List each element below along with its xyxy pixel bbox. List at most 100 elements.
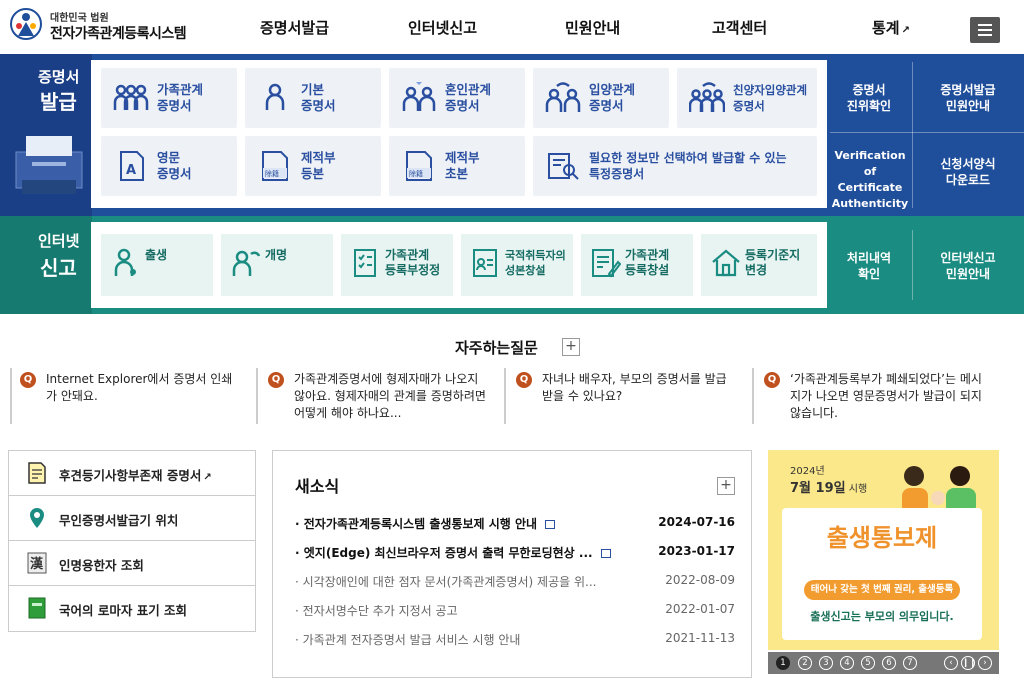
news-panel: 새소식 + · 전자가족관계등록시스템 출생통보제 시행 안내 2024-07-… [272, 450, 752, 678]
full-adoption-icon [689, 82, 725, 112]
quick-link-label: 후견등기사항부존재 증명서 ↗ [59, 465, 212, 484]
nav-internet-report[interactable]: 인터넷신고 [408, 17, 477, 38]
cert-verify-link[interactable]: 증명서 진위확인 [836, 82, 902, 114]
faq-question: ‘가족관계등록부가 폐쇄되었다’는 메시지가 나오면 영문증명서가 발급이 되지… [790, 372, 982, 420]
faq-item[interactable]: Q Internet Explorer에서 증명서 인쇄가 안돼요. [8, 368, 248, 424]
banner-pause-icon[interactable]: ❙❙ [961, 656, 976, 670]
faq-item[interactable]: Q 자녀나 배우자, 부모의 증명서를 발급 받을 수 있나요? [504, 368, 744, 424]
banner-date-main: 7월 19일 [790, 481, 846, 496]
card-birth-report[interactable]: 출생 [101, 234, 213, 296]
news-item[interactable]: · 시각장애인에 대한 점자 문서(가족관계증명서) 제공을 위... 2022… [295, 571, 735, 591]
banner-next-icon[interactable]: › [978, 656, 992, 670]
news-item-text: 엣지(Edge) 최신브라우저 증명서 출력 무한로딩현상 ... [303, 546, 593, 560]
news-item[interactable]: · 가족관계 전자증명서 발급 서비스 시행 안내 2021-11-13 [295, 629, 735, 649]
card-removed-register-copy[interactable]: 除籍 제적부 등본 [245, 136, 381, 196]
card-label-line1: 입양관계 [589, 82, 636, 97]
card-label: 가족관계 등록부정정 [385, 248, 440, 278]
banner-page-6[interactable]: 6 [882, 656, 896, 670]
printer-icon [15, 136, 83, 194]
quick-link-label: 인명용한자 조회 [59, 558, 144, 573]
card-adoption-cert[interactable]: 입양관계 증명서 [533, 68, 669, 128]
family-icon [113, 84, 149, 110]
quick-link-hanja-lookup[interactable]: 漢 인명용한자 조회 [9, 541, 255, 586]
card-label-line1: 개명 [265, 248, 288, 262]
divider [912, 62, 913, 208]
card-label-line2: 등록창설 [625, 263, 670, 277]
banner-page-3[interactable]: 3 [819, 656, 833, 670]
faq-more-button[interactable]: + [562, 338, 580, 356]
banner-page-1[interactable]: 1 [776, 656, 790, 670]
card-marriage-cert[interactable]: 혼인관계 증명서 [389, 68, 525, 128]
card-label: 등록기준지 변경 [745, 248, 800, 278]
hanja-book-icon: 漢 [27, 552, 47, 574]
card-full-adoption-cert[interactable]: 친양자입양관계 증명서 [677, 68, 817, 128]
new-badge-icon [545, 520, 556, 529]
banner-prev-icon[interactable]: ‹ [944, 656, 958, 670]
card-label: 친양자입양관계 증명서 [733, 82, 807, 114]
news-item[interactable]: · 엣지(Edge) 최신브라우저 증명서 출력 무한로딩현상 ... 2023… [295, 542, 735, 562]
external-link-icon: ↗ [901, 25, 910, 36]
process-history-link[interactable]: 처리내역 확인 [836, 250, 902, 282]
verification-en-link[interactable]: Verification of Certificate Authenticity [830, 148, 910, 212]
card-label-line1: 혼인관계 [445, 82, 492, 97]
site-logo[interactable]: 대한민국 법원 전자가족관계등록시스템 [8, 6, 198, 46]
card-family-relation-cert[interactable]: 가족관계 증명서 [101, 68, 237, 128]
card-register-correction[interactable]: 가족관계 등록부정정 [341, 234, 453, 296]
news-item-date: 2021-11-13 [665, 631, 735, 645]
faq-title: 자주하는질문 [455, 339, 538, 357]
card-register-creation[interactable]: 가족관계 등록창설 [581, 234, 693, 296]
card-label: 국적취득자의 성본창설 [505, 248, 566, 278]
birth-notification-banner[interactable]: 2024년 7월 19일 시행 출생통보제 태어나 갖는 첫 번째 권리, 출생… [768, 450, 999, 650]
card-label-line2: 증명서 [733, 99, 765, 113]
banner-page-4[interactable]: 4 [840, 656, 854, 670]
card-english-cert[interactable]: A 영문 증명서 [101, 136, 237, 196]
card-label-line1: 기본 [301, 82, 325, 97]
divider [256, 368, 258, 424]
faq-item[interactable]: Q ‘가족관계등록부가 폐쇄되었다’는 메시지가 나오면 영문증명서가 발급이 … [752, 368, 992, 424]
menu-button[interactable] [970, 17, 1000, 43]
banner-page-5[interactable]: 5 [861, 656, 875, 670]
svg-text:A: A [126, 163, 136, 178]
nav-customer-center[interactable]: 고객센터 [712, 17, 767, 38]
news-item-title: · 시각장애인에 대한 점자 문서(가족관계증명서) 제공을 위... [295, 575, 597, 589]
quick-links: 후견등기사항부존재 증명서 ↗ 무인증명서발급기 위치 漢 인명용한자 조회 국어… [8, 450, 256, 632]
svg-text:除籍: 除籍 [409, 169, 423, 178]
card-registration-base-change[interactable]: 등록기준지 변경 [701, 234, 817, 296]
news-item[interactable]: · 전자가족관계등록시스템 출생통보제 시행 안내 2024-07-16 [295, 513, 735, 533]
news-item-title: · 가족관계 전자증명서 발급 서비스 시행 안내 [295, 633, 521, 647]
card-removed-register-abstract[interactable]: 除籍 제적부 초본 [389, 136, 525, 196]
divider [752, 368, 754, 424]
banner-page-2[interactable]: 2 [798, 656, 812, 670]
news-item-date: 2022-08-09 [665, 573, 735, 587]
nav-statistics[interactable]: 통계 ↗ [872, 17, 910, 38]
report-guide-link[interactable]: 인터넷신고 민원안내 [920, 250, 1016, 282]
form-download-link[interactable]: 신청서양식 다운로드 [920, 156, 1016, 188]
news-more-button[interactable]: + [717, 477, 735, 495]
card-label-line1: 가족관계 [385, 248, 430, 262]
divider [10, 368, 12, 424]
couple-heart-icon [402, 82, 436, 111]
faq-item[interactable]: Q 가족관계증명서에 형제자매가 나오지 않아요. 형제자매의 관계를 증명하려… [256, 368, 496, 424]
card-specific-cert[interactable]: 필요한 정보만 선택하여 발급할 수 있는 특정증명서 [533, 136, 817, 196]
card-label-line2: 등록부정정 [385, 263, 441, 277]
card-naturalized-surname[interactable]: 국적취득자의 성본창설 [461, 234, 573, 296]
card-label-line2: 초본 [445, 166, 469, 181]
site-header: 대한민국 법원 전자가족관계등록시스템 증명서발급 인터넷신고 민원안내 고객센… [0, 0, 1024, 54]
cert-guide-line1: 증명서발급 [940, 83, 996, 97]
quick-link-romanization[interactable]: 국어의 로마자 표기 조회 [9, 586, 255, 631]
cert-band-title-2: 발급 [40, 90, 77, 114]
card-name-change[interactable]: 개명 [221, 234, 333, 296]
report-band-title-2: 신고 [40, 256, 77, 280]
nav-civil-guide[interactable]: 민원안내 [565, 17, 620, 38]
hamburger-icon [978, 24, 992, 26]
banner-page-7[interactable]: 7 [903, 656, 917, 670]
news-item-text: 전자가족관계등록시스템 출생통보제 시행 안내 [303, 517, 538, 531]
nav-cert-issue[interactable]: 증명서발급 [260, 17, 329, 38]
cert-guide-link[interactable]: 증명서발급 민원안내 [920, 82, 1016, 114]
quick-link-guardianship[interactable]: 후견등기사항부존재 증명서 ↗ [9, 451, 255, 496]
quick-link-kiosk-location[interactable]: 무인증명서발급기 위치 [9, 496, 255, 541]
news-item[interactable]: · 전자서명수단 추가 지정서 공고 2022-01-07 [295, 600, 735, 620]
cert-verify-line2: 진위확인 [846, 99, 892, 113]
card-label-line1: 가족관계 [625, 248, 670, 262]
card-basic-cert[interactable]: 기본 증명서 [245, 68, 381, 128]
